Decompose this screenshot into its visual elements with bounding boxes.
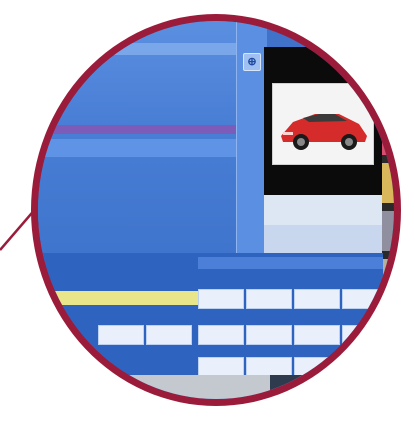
grid-header <box>198 257 383 269</box>
grid-cell[interactable] <box>98 325 144 345</box>
left-panel-header <box>38 43 238 55</box>
thumbnail-strip <box>382 67 394 367</box>
grid-cell[interactable] <box>294 325 340 345</box>
highlighted-row[interactable] <box>38 291 198 305</box>
thumbnail-2[interactable] <box>382 115 394 155</box>
grid-cell[interactable] <box>294 289 340 309</box>
grid-cell[interactable] <box>246 357 292 377</box>
grid-cell[interactable] <box>246 289 292 309</box>
red-sports-car <box>281 114 367 150</box>
thumbnail-1[interactable] <box>382 67 394 107</box>
left-panel <box>38 21 238 261</box>
thumbnail-4[interactable] <box>382 211 394 251</box>
purple-divider <box>38 125 238 134</box>
grid-cell[interactable] <box>246 325 292 345</box>
grid-cell[interactable] <box>198 289 244 309</box>
thumbnail-5[interactable] <box>382 259 394 299</box>
thumbnail-6[interactable] <box>382 307 394 347</box>
grid-cell[interactable] <box>342 325 382 345</box>
preview-panel <box>264 47 382 195</box>
status-footer <box>38 375 394 399</box>
grid-cell[interactable] <box>146 325 192 345</box>
magnifier-lens: ⊕ <box>31 14 401 406</box>
preview-info-area <box>264 225 382 255</box>
grid-cell[interactable] <box>342 357 382 377</box>
preview-caption-area <box>264 195 382 225</box>
grid-cell[interactable] <box>342 289 382 309</box>
thumbnail-3[interactable] <box>382 163 394 203</box>
preview-image-frame <box>272 83 374 165</box>
grid-cell[interactable] <box>198 325 244 345</box>
footer-button[interactable] <box>270 375 310 397</box>
grid-cell[interactable] <box>198 357 244 377</box>
plus-icon[interactable]: ⊕ <box>243 53 261 71</box>
selected-row[interactable] <box>38 139 238 157</box>
grid-cell[interactable] <box>294 357 340 377</box>
